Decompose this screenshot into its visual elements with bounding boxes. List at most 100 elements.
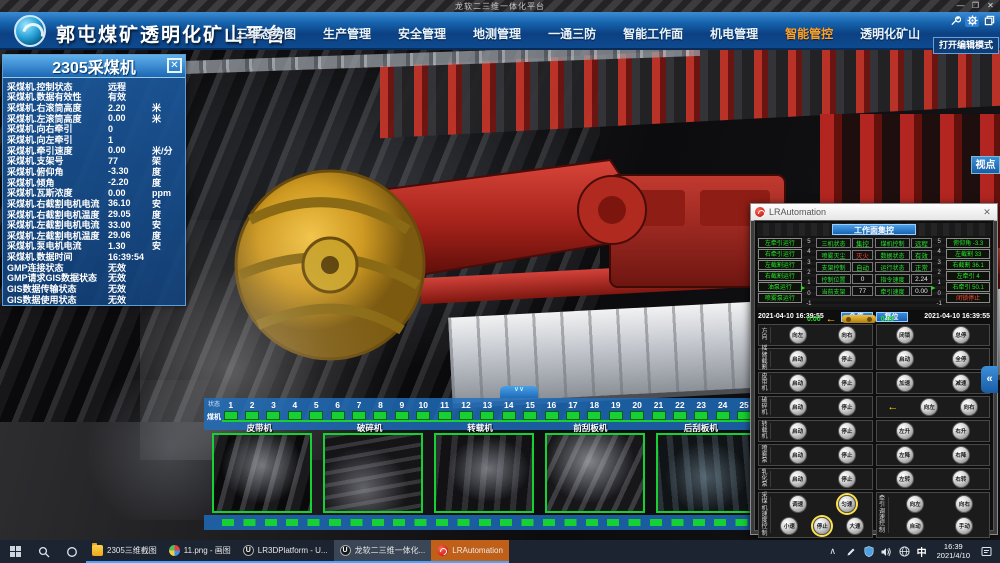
taskbar-task[interactable]: LR3DPlatform - U... <box>237 540 334 563</box>
nav-item[interactable]: 一通三防 <box>548 25 596 42</box>
support-cell[interactable]: 23 <box>691 400 712 420</box>
control-button[interactable]: 调速 <box>789 495 807 513</box>
support-cell[interactable]: 12 <box>455 400 476 420</box>
support-cell[interactable]: 4 <box>284 400 305 420</box>
status-button[interactable]: 油泵运行 <box>758 282 802 292</box>
support-cell[interactable]: 22 <box>669 400 690 420</box>
camera-thumbnail[interactable] <box>545 433 645 513</box>
cortana-icon[interactable] <box>58 540 86 563</box>
status-button[interactable]: 右牵引 50.1 <box>946 282 990 292</box>
status-button[interactable]: 右截割 36.1 <box>946 260 990 270</box>
control-button[interactable]: 右升 <box>952 422 970 440</box>
taskbar-task[interactable]: LRAutomation <box>431 540 509 563</box>
close-icon[interactable]: ✕ <box>983 0 998 12</box>
control-button[interactable]: 向右 <box>838 326 856 344</box>
control-button[interactable]: 向左 <box>789 326 807 344</box>
minimize-icon[interactable]: — <box>953 0 968 12</box>
status-button[interactable]: 闭锁停止 <box>946 293 990 303</box>
control-button[interactable]: 停止 <box>838 470 856 488</box>
camera-thumbnail[interactable] <box>656 433 756 513</box>
status-button[interactable]: 喷雾泵运行 <box>758 293 802 303</box>
support-cell[interactable]: 1 <box>220 400 241 420</box>
status-button[interactable]: 左截割运行 <box>758 260 802 270</box>
control-button[interactable]: 小速 <box>780 517 798 535</box>
control-button[interactable]: 左降 <box>896 446 914 464</box>
viewpoint-tab[interactable]: 视点 <box>971 156 1000 174</box>
control-button[interactable]: 右转 <box>952 470 970 488</box>
notification-icon[interactable] <box>980 545 992 559</box>
ime-indicator[interactable]: 中 <box>917 544 927 559</box>
nav-item[interactable]: 地测管理 <box>473 25 521 42</box>
speaker-icon[interactable] <box>881 545 893 559</box>
control-button[interactable]: 自动 <box>906 517 924 535</box>
collapse-panel-chevron[interactable]: « <box>981 366 998 393</box>
taskbar-task[interactable]: 龙软二三维一体化... <box>334 540 432 563</box>
support-cell[interactable]: 11 <box>434 400 455 420</box>
control-button[interactable]: 向右 <box>960 398 978 416</box>
control-button[interactable]: 启动 <box>789 374 807 392</box>
nav-item[interactable]: 生产管理 <box>323 25 371 42</box>
chevron-down-icon[interactable]: ∨∨ <box>500 386 538 398</box>
support-cell[interactable]: 20 <box>626 400 647 420</box>
status-button[interactable]: 左牵引 4 <box>946 271 990 281</box>
support-cell[interactable]: 24 <box>712 400 733 420</box>
control-button[interactable]: 启动 <box>789 470 807 488</box>
control-button[interactable]: 加速 <box>896 374 914 392</box>
nav-item[interactable]: 智能工作面 <box>623 25 683 42</box>
nav-item[interactable]: 安全管理 <box>398 25 446 42</box>
control-button[interactable]: 闭锁 <box>896 326 914 344</box>
support-cell[interactable]: 14 <box>498 400 519 420</box>
nav-item[interactable]: 机电管理 <box>710 25 758 42</box>
control-button-selected[interactable]: 匀速 <box>838 495 856 513</box>
control-button[interactable]: 停止 <box>838 422 856 440</box>
control-button[interactable]: 向左 <box>920 398 938 416</box>
control-button[interactable]: 停止 <box>838 350 856 368</box>
control-button[interactable]: 向右 <box>955 495 973 513</box>
control-button[interactable]: 手动 <box>955 517 973 535</box>
control-button[interactable]: 总停 <box>952 326 970 344</box>
support-cell[interactable]: 9 <box>391 400 412 420</box>
support-cell[interactable]: 21 <box>648 400 669 420</box>
camera-thumbnail[interactable] <box>212 433 312 513</box>
tray-chevron-up-icon[interactable]: ∧ <box>827 545 839 559</box>
close-icon[interactable]: ✕ <box>167 58 182 73</box>
nav-item[interactable]: 三维态势图 <box>236 25 296 42</box>
status-button[interactable]: 左牵引运行 <box>758 238 802 248</box>
control-button[interactable]: 停止 <box>838 374 856 392</box>
support-cell[interactable]: 6 <box>327 400 348 420</box>
camera-thumbnail[interactable] <box>323 433 423 513</box>
control-button[interactable]: 向左 <box>906 495 924 513</box>
control-button[interactable]: 减速 <box>952 374 970 392</box>
start-button[interactable] <box>0 540 30 563</box>
tab-workface-control[interactable]: 工作面集控 <box>832 224 916 235</box>
status-button[interactable]: 左截割 33 <box>946 249 990 259</box>
support-cell[interactable]: 8 <box>370 400 391 420</box>
restore-window-icon[interactable] <box>982 14 996 27</box>
support-cell[interactable]: 18 <box>584 400 605 420</box>
control-button[interactable]: 左升 <box>896 422 914 440</box>
clock[interactable]: 16:39 2021/4/10 <box>933 543 974 560</box>
close-icon[interactable]: ✕ <box>981 207 993 218</box>
control-button[interactable]: 全停 <box>952 350 970 368</box>
support-cell[interactable]: 3 <box>263 400 284 420</box>
control-button[interactable]: 停止 <box>838 398 856 416</box>
network-globe-icon[interactable] <box>899 545 911 559</box>
open-edit-mode-button[interactable]: 打开编辑模式 <box>933 37 999 54</box>
status-button[interactable]: 俯仰角 -3.3 <box>946 238 990 248</box>
maximize-icon[interactable]: ❐ <box>968 0 983 12</box>
support-cell[interactable]: 16 <box>541 400 562 420</box>
wrench-icon[interactable] <box>948 14 962 27</box>
pen-icon[interactable] <box>845 545 857 559</box>
control-button[interactable]: 启动 <box>789 398 807 416</box>
nav-item[interactable]: 透明化矿山 <box>860 25 920 42</box>
lr-titlebar[interactable]: LRAutomation ✕ <box>751 204 997 221</box>
status-button[interactable]: 右截割运行 <box>758 271 802 281</box>
control-button[interactable]: 右降 <box>952 446 970 464</box>
control-button[interactable]: 启动 <box>789 350 807 368</box>
taskbar-task[interactable]: 2305三维截图 <box>86 540 163 563</box>
nav-item[interactable]: 智能管控 <box>785 25 833 42</box>
search-icon[interactable] <box>30 540 58 563</box>
control-button[interactable]: 左转 <box>896 470 914 488</box>
support-cell[interactable]: 17 <box>562 400 583 420</box>
support-cell[interactable]: 19 <box>605 400 626 420</box>
